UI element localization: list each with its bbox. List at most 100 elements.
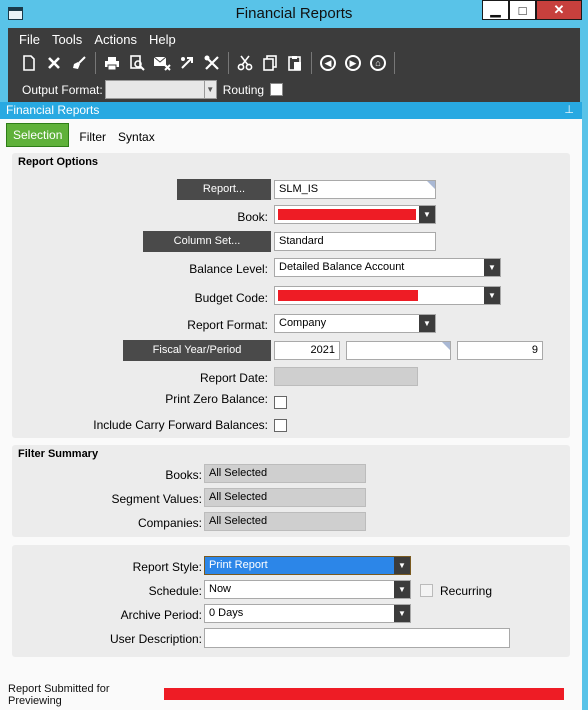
user-description-input[interactable] (204, 628, 510, 648)
tab-syntax[interactable]: Syntax (118, 127, 155, 147)
title-bar[interactable]: Financial Reports ▁ □ ✕ (0, 0, 588, 28)
archive-period-select[interactable]: 0 Days ▼ (204, 604, 411, 623)
cut-icon[interactable] (234, 53, 256, 73)
menu-bar: File Tools Actions Help (19, 32, 188, 47)
status-message: Report Submitted for Previewing (8, 683, 110, 707)
books-value: All Selected (204, 464, 366, 483)
fiscal-period-field[interactable]: 9 (457, 341, 543, 360)
report-format-select[interactable]: Company ▼ (274, 314, 436, 333)
menu-file[interactable]: File (19, 32, 40, 47)
export-icon[interactable] (176, 53, 198, 73)
home-icon[interactable]: ⌂ (367, 53, 389, 73)
report-style-select[interactable]: Print Report ▼ (204, 556, 411, 575)
segment-values-value: All Selected (204, 488, 366, 507)
report-field[interactable]: SLM_IS (274, 180, 436, 199)
copy-icon[interactable] (259, 53, 281, 73)
print-preview-icon[interactable] (126, 53, 148, 73)
paste-icon[interactable] (284, 53, 306, 73)
report-date-field (274, 367, 418, 386)
filter-summary-group: Filter Summary Books: All Selected Segme… (12, 445, 570, 537)
segment-values-label: Segment Values: (111, 492, 203, 506)
books-label: Books: (165, 468, 202, 482)
toolbar: ◀ ▶ ⌂ (18, 52, 400, 74)
recurring-label: Recurring (440, 584, 493, 598)
chevron-down-icon[interactable]: ▼ (419, 206, 435, 223)
column-set-button[interactable]: Column Set... (143, 231, 271, 252)
redacted-value (278, 209, 416, 220)
routing-checkbox[interactable] (270, 83, 284, 96)
maximize-button[interactable]: □ (509, 0, 536, 20)
menu-actions[interactable]: Actions (94, 32, 137, 47)
print-zero-balance-checkbox[interactable] (274, 396, 287, 409)
new-document-icon[interactable] (18, 53, 40, 73)
report-button[interactable]: Report... (177, 179, 271, 200)
report-options-title: Report Options (18, 156, 99, 168)
output-format-select[interactable]: ▼ (104, 80, 217, 99)
print-icon[interactable] (101, 53, 123, 73)
output-options: Output Format: ▼ Routing (22, 80, 284, 99)
pin-icon[interactable]: ⊥ (564, 102, 574, 119)
fiscal-year-field[interactable]: 2021 (274, 341, 340, 360)
report-format-value: Company (279, 317, 327, 329)
panel-title: Financial Reports (6, 103, 100, 117)
schedule-value: Now (209, 583, 232, 595)
schedule-select[interactable]: Now ▼ (204, 580, 411, 599)
tab-strip: Selection Filter Syntax (6, 123, 167, 147)
tab-selection[interactable]: Selection (6, 123, 70, 147)
email-icon[interactable] (151, 53, 173, 73)
routing-label: Routing (222, 82, 265, 97)
report-date-label: Report Date: (199, 371, 268, 385)
chevron-down-icon[interactable]: ▼ (394, 557, 410, 574)
carry-forward-label: Include Carry Forward Balances: (93, 418, 268, 432)
budget-code-select[interactable]: ▼ (274, 286, 501, 305)
fiscal-middle-field[interactable] (346, 341, 451, 360)
tools-icon[interactable] (201, 53, 223, 73)
chevron-down-icon[interactable]: ▼ (394, 581, 410, 598)
delete-icon[interactable] (43, 53, 65, 73)
close-button[interactable]: ✕ (536, 0, 582, 20)
back-icon[interactable]: ◀ (317, 53, 339, 73)
redacted-value (278, 290, 418, 301)
report-options-group: Report Options Report... SLM_IS Book: ▼ … (12, 153, 570, 438)
tab-filter[interactable]: Filter (79, 127, 106, 147)
companies-value: All Selected (204, 512, 366, 531)
print-zero-balance-label: Print Zero Balance: (165, 392, 268, 406)
chevron-down-icon[interactable]: ▼ (203, 81, 216, 98)
chevron-down-icon[interactable]: ▼ (484, 287, 500, 304)
redacted-status-bar (164, 688, 564, 700)
book-select[interactable]: ▼ (274, 205, 436, 224)
chevron-down-icon[interactable]: ▼ (394, 605, 410, 622)
status-line-1: Report Submitted for (8, 683, 110, 695)
fiscal-year-period-button[interactable]: Fiscal Year/Period (123, 340, 271, 361)
panel-header: Financial Reports ⊥ (0, 102, 582, 119)
filter-summary-title: Filter Summary (18, 448, 99, 460)
toolbar-separator (394, 52, 395, 74)
report-format-label: Report Format: (187, 318, 268, 332)
menu-tools[interactable]: Tools (52, 32, 82, 47)
schedule-label: Schedule: (148, 584, 202, 598)
minimize-button[interactable]: ▁ (482, 0, 509, 20)
report-style-group: Report Style: Print Report ▼ Schedule: N… (12, 545, 570, 657)
archive-period-value: 0 Days (209, 607, 244, 619)
menu-toolbar-area: File Tools Actions Help ◀ ▶ ⌂ Output For… (8, 28, 580, 102)
budget-code-label: Budget Code: (194, 291, 268, 305)
toolbar-separator (95, 52, 96, 74)
chevron-down-icon[interactable]: ▼ (419, 315, 435, 332)
recurring-checkbox[interactable] (420, 584, 433, 597)
forward-icon[interactable]: ▶ (342, 53, 364, 73)
book-label: Book: (237, 210, 268, 224)
column-set-field[interactable]: Standard (274, 232, 436, 251)
report-style-value: Print Report (209, 559, 268, 571)
report-style-label: Report Style: (132, 560, 202, 574)
chevron-down-icon[interactable]: ▼ (484, 259, 500, 276)
user-description-label: User Description: (109, 632, 202, 646)
carry-forward-checkbox[interactable] (274, 419, 287, 432)
archive-period-label: Archive Period: (120, 608, 202, 622)
balance-level-label: Balance Level: (189, 262, 268, 276)
toolbar-separator (228, 52, 229, 74)
clear-broom-icon[interactable] (68, 53, 90, 73)
menu-help[interactable]: Help (149, 32, 176, 47)
companies-label: Companies: (137, 516, 202, 530)
toolbar-separator (311, 52, 312, 74)
balance-level-select[interactable]: Detailed Balance Account ▼ (274, 258, 501, 277)
